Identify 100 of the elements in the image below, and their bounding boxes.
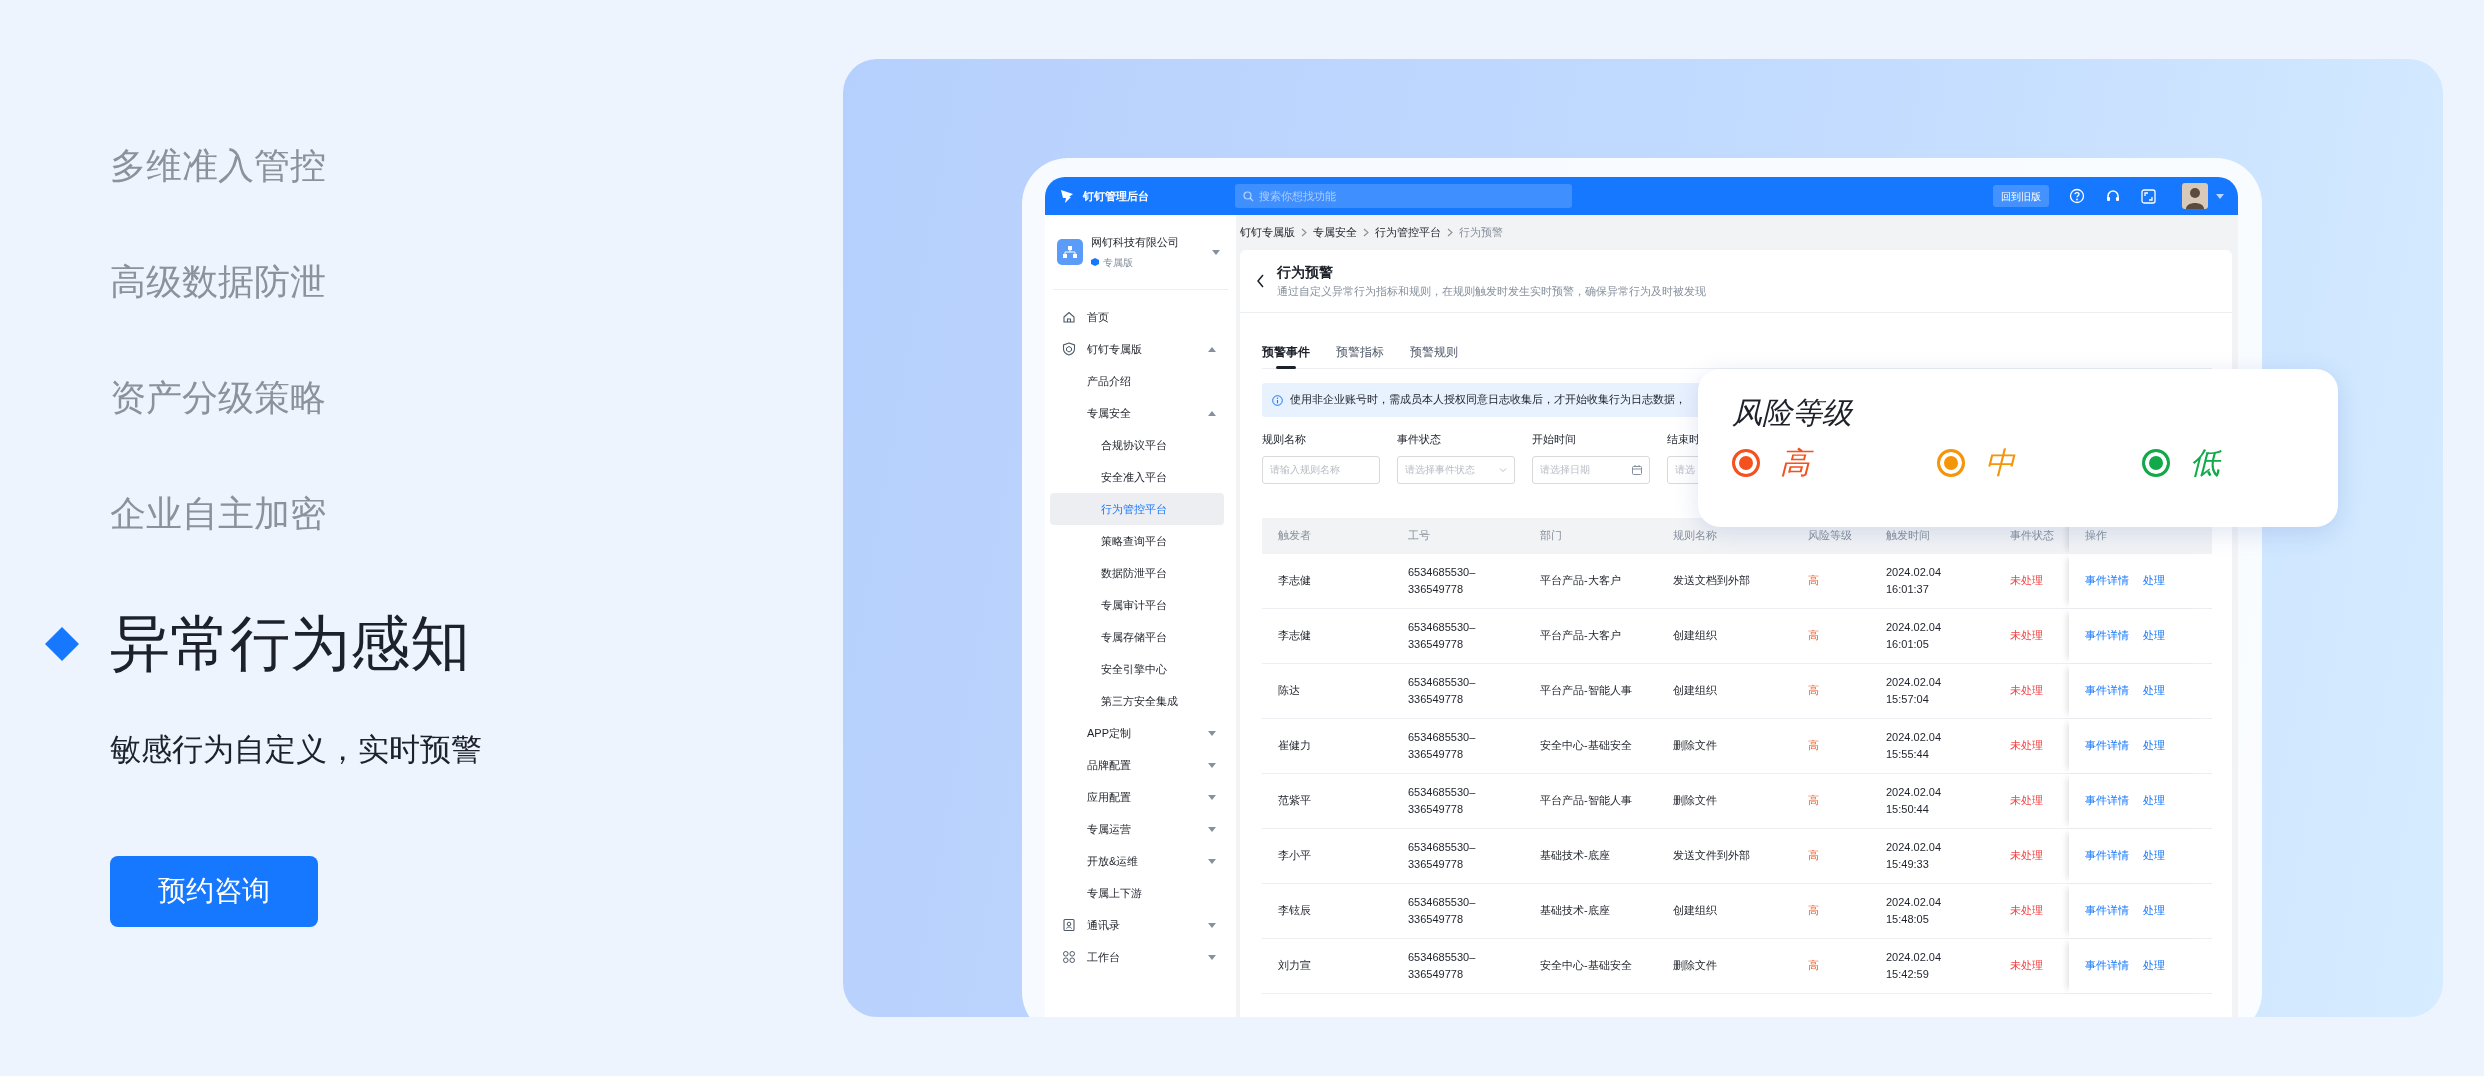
filter-label: 结束时 bbox=[1667, 432, 1700, 447]
sidebar-item[interactable]: 行为管控平台 bbox=[1050, 493, 1224, 525]
table-cell-text: 2024.02.04 16:01:37 bbox=[1886, 564, 1943, 597]
table-cell-text: 未处理 bbox=[2010, 903, 2043, 918]
action-link[interactable]: 处理 bbox=[2143, 847, 2165, 864]
sidebar-item[interactable]: 产品介绍 bbox=[1050, 365, 1224, 397]
text-field[interactable]: 请输入规则名称 bbox=[1262, 455, 1380, 484]
contact-card-icon bbox=[1062, 918, 1076, 932]
action-link[interactable]: 处理 bbox=[2143, 572, 2165, 589]
sidebar-item[interactable]: 第三方安全集成 bbox=[1050, 685, 1224, 717]
table-cell-text: 平台产品-大客户 bbox=[1540, 573, 1621, 588]
sidebar-item[interactable]: 工作台 bbox=[1050, 941, 1224, 973]
feature-tab[interactable]: 异常行为感知 bbox=[0, 608, 843, 680]
help-icon[interactable] bbox=[2069, 188, 2085, 204]
action-link[interactable]: 事件详情 bbox=[2085, 902, 2129, 919]
edition-label: 专属版 bbox=[1103, 255, 1133, 270]
tab[interactable]: 预警指标 bbox=[1336, 335, 1384, 369]
column-header: 风险等级 bbox=[1808, 528, 1852, 543]
calendar-icon bbox=[1632, 464, 1642, 475]
sidebar-item[interactable]: 品牌配置 bbox=[1050, 749, 1224, 781]
sidebar-item[interactable]: 钉钉专属版 bbox=[1050, 333, 1224, 365]
sidebar-item[interactable]: 通讯录 bbox=[1050, 909, 1224, 941]
sidebar-item[interactable]: 专属运营 bbox=[1050, 813, 1224, 845]
expand-icon[interactable] bbox=[2141, 188, 2156, 204]
card-title: 风险等级 bbox=[1732, 395, 1852, 431]
sidebar-item[interactable]: 首页 bbox=[1050, 301, 1224, 333]
table-cell-text: 删除文件 bbox=[1673, 958, 1717, 973]
action-link[interactable]: 事件详情 bbox=[2085, 737, 2129, 754]
sidebar-item[interactable]: 专属审计平台 bbox=[1050, 589, 1224, 621]
table-cell-text: 6534685530–336549778 bbox=[1408, 564, 1477, 597]
page-title: 行为预警 bbox=[1277, 262, 1334, 281]
sidebar-item[interactable]: 专属安全 bbox=[1050, 397, 1224, 429]
table-cell-text: 删除文件 bbox=[1673, 738, 1717, 753]
chevron-icon bbox=[1499, 467, 1507, 472]
table-cell-text: 高 bbox=[1808, 573, 1819, 588]
select-field[interactable]: 请选择事件状态 bbox=[1397, 455, 1515, 484]
action-link[interactable]: 事件详情 bbox=[2085, 627, 2129, 644]
column-header: 操作 bbox=[2085, 528, 2107, 543]
table-cell-text: 2024.02.04 15:48:05 bbox=[1886, 894, 1943, 927]
caret-icon bbox=[1212, 249, 1220, 255]
filter-label: 规则名称 bbox=[1262, 432, 1306, 447]
breadcrumb-item[interactable]: 钉钉专属版 bbox=[1240, 224, 1295, 241]
table-cell-text: 李铉辰 bbox=[1278, 903, 1311, 918]
sidebar-item[interactable]: 合规协议平台 bbox=[1050, 429, 1224, 461]
table-cell-text: 李志健 bbox=[1278, 573, 1311, 588]
table-cell-text: 2024.02.04 16:01:05 bbox=[1886, 619, 1943, 652]
action-link[interactable]: 处理 bbox=[2143, 737, 2165, 754]
sidebar-item[interactable]: 专属上下游 bbox=[1050, 877, 1224, 909]
chevron-icon bbox=[1301, 228, 1307, 237]
action-link[interactable]: 处理 bbox=[2143, 902, 2165, 919]
table-cell-text: 高 bbox=[1808, 793, 1819, 808]
table-cell-text: 未处理 bbox=[2010, 683, 2043, 698]
table-cell-text: 平台产品-大客户 bbox=[1540, 628, 1621, 643]
company-switcher[interactable]: 网钉科技有限公司 专属版 bbox=[1053, 215, 1228, 290]
action-link[interactable]: 处理 bbox=[2143, 792, 2165, 809]
notice-text: 使用非企业账号时，需成员本人授权同意日志收集后，才开始收集行为日志数据， bbox=[1290, 392, 1686, 408]
table-cell-text: 6534685530–336549778 bbox=[1408, 619, 1477, 652]
sidebar-item[interactable]: 应用配置 bbox=[1050, 781, 1224, 813]
sidebar-item[interactable]: 安全引擎中心 bbox=[1050, 653, 1224, 685]
table-cell-text: 6534685530–336549778 bbox=[1408, 784, 1477, 817]
table-cell-text: 创建组织 bbox=[1673, 628, 1717, 643]
back-icon[interactable] bbox=[1256, 274, 1265, 288]
table-cell-text: 安全中心-基础安全 bbox=[1540, 958, 1632, 973]
breadcrumb-item[interactable]: 行为管控平台 bbox=[1375, 224, 1441, 241]
app-title: 钉钉管理后台 bbox=[1083, 188, 1149, 204]
table-cell-text: 范紫平 bbox=[1278, 793, 1311, 808]
action-link[interactable]: 事件详情 bbox=[2085, 957, 2129, 974]
table-cell-text: 未处理 bbox=[2010, 628, 2043, 643]
table-cell-text: 高 bbox=[1808, 958, 1819, 973]
action-link[interactable]: 处理 bbox=[2143, 682, 2165, 699]
sidebar-item[interactable]: 安全准入平台 bbox=[1050, 461, 1224, 493]
avatar-icon[interactable] bbox=[2182, 183, 2208, 209]
action-link[interactable]: 处理 bbox=[2143, 627, 2165, 644]
table-cell-text: 2024.02.04 15:42:59 bbox=[1886, 949, 1943, 982]
home-icon bbox=[1062, 310, 1076, 324]
caret-icon[interactable] bbox=[2216, 193, 2224, 199]
sidebar-item[interactable]: 数据防泄平台 bbox=[1050, 557, 1224, 589]
table-cell-text: 2024.02.04 15:55:44 bbox=[1886, 729, 1943, 762]
table-cell-text: 未处理 bbox=[2010, 848, 2043, 863]
chevron-icon bbox=[1447, 228, 1453, 237]
action-link[interactable]: 事件详情 bbox=[2085, 847, 2129, 864]
sidebar-item[interactable]: 专属存储平台 bbox=[1050, 621, 1224, 653]
tab[interactable]: 预警规则 bbox=[1410, 335, 1458, 369]
consult-button[interactable]: 预约咨询 bbox=[110, 855, 318, 927]
action-link[interactable]: 事件详情 bbox=[2085, 792, 2129, 809]
tab[interactable]: 预警事件 bbox=[1262, 335, 1310, 369]
breadcrumb-item[interactable]: 专属安全 bbox=[1313, 224, 1357, 241]
table-cell-text: 创建组织 bbox=[1673, 683, 1717, 698]
table-cell-text: 高 bbox=[1808, 683, 1819, 698]
column-header: 触发者 bbox=[1278, 528, 1311, 543]
sidebar-item[interactable]: 开放&运维 bbox=[1050, 845, 1224, 877]
action-link[interactable]: 处理 bbox=[2143, 957, 2165, 974]
action-link[interactable]: 事件详情 bbox=[2085, 682, 2129, 699]
table-cell-text: 未处理 bbox=[2010, 738, 2043, 753]
sidebar-item[interactable]: APP定制 bbox=[1050, 717, 1224, 749]
badge-icon bbox=[1091, 258, 1099, 267]
table-cell-text: 2024.02.04 15:57:04 bbox=[1886, 674, 1943, 707]
headset-icon[interactable] bbox=[2105, 188, 2121, 204]
sidebar-item[interactable]: 策略查询平台 bbox=[1050, 525, 1224, 557]
action-link[interactable]: 事件详情 bbox=[2085, 572, 2129, 589]
